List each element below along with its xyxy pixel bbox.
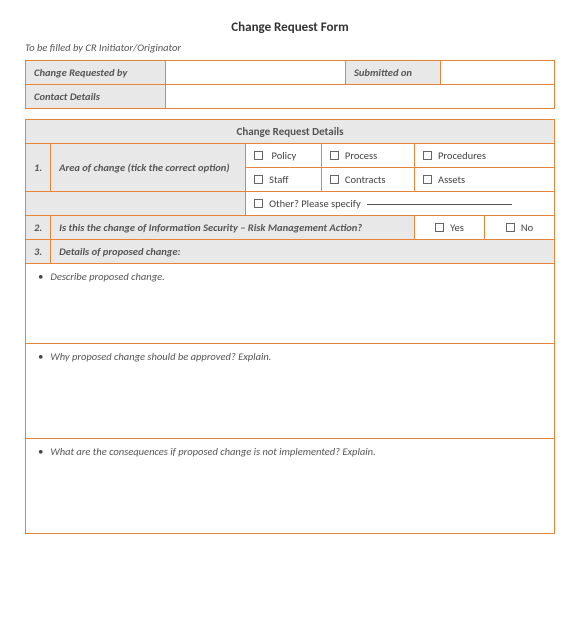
- option-assets[interactable]: Assets: [415, 168, 555, 192]
- submitted-on-field[interactable]: [441, 61, 555, 85]
- q1-num: 1.: [26, 144, 51, 192]
- option-other[interactable]: Other? Please specify: [246, 192, 555, 216]
- option-procedures[interactable]: Procedures: [415, 144, 555, 168]
- option-process[interactable]: Process: [321, 144, 414, 168]
- details-table: Change Request Details 1. Area of change…: [25, 119, 555, 534]
- q1-text: Area of change (tick the correct option): [51, 144, 246, 192]
- option-assets-label: Assets: [438, 173, 465, 186]
- option-staff[interactable]: Staff: [246, 168, 322, 192]
- option-other-label: Other? Please specify: [269, 197, 361, 210]
- q3a-label: Describe proposed change.: [50, 270, 164, 283]
- section-title: Change Request Details: [26, 120, 555, 144]
- option-policy-label: Policy: [272, 149, 297, 162]
- option-no[interactable]: No: [485, 216, 555, 240]
- q3b-label: Why proposed change should be approved? …: [50, 350, 271, 363]
- q2-text: Is this the change of Information Securi…: [51, 216, 415, 240]
- option-yes[interactable]: Yes: [415, 216, 485, 240]
- option-yes-label: Yes: [450, 221, 464, 234]
- contact-field[interactable]: [166, 85, 555, 109]
- q3a-field[interactable]: • Describe proposed change.: [26, 264, 555, 344]
- q2-num: 2.: [26, 216, 51, 240]
- q3-num: 3.: [26, 240, 51, 264]
- submitted-on-label: Submitted on: [346, 61, 441, 85]
- option-staff-label: Staff: [269, 173, 288, 186]
- q3c-label: What are the consequences if proposed ch…: [50, 445, 375, 458]
- q3b-field[interactable]: • Why proposed change should be approved…: [26, 344, 555, 439]
- option-policy[interactable]: Policy: [246, 144, 322, 168]
- option-procedures-label: Procedures: [438, 149, 486, 162]
- option-contracts-label: Contracts: [345, 173, 386, 186]
- contact-label: Contact Details: [26, 85, 166, 109]
- requested-by-label: Change Requested by: [26, 61, 166, 85]
- option-contracts[interactable]: Contracts: [321, 168, 414, 192]
- option-no-label: No: [521, 221, 533, 234]
- option-process-label: Process: [345, 149, 377, 162]
- q3-text: Details of proposed change:: [51, 240, 555, 264]
- subtitle: To be filled by CR Initiator/Originator: [25, 41, 555, 54]
- requested-by-field[interactable]: [166, 61, 346, 85]
- page-title: Change Request Form: [25, 20, 555, 35]
- header-table: Change Requested by Submitted on Contact…: [25, 60, 555, 109]
- q3c-field[interactable]: • What are the consequences if proposed …: [26, 439, 555, 534]
